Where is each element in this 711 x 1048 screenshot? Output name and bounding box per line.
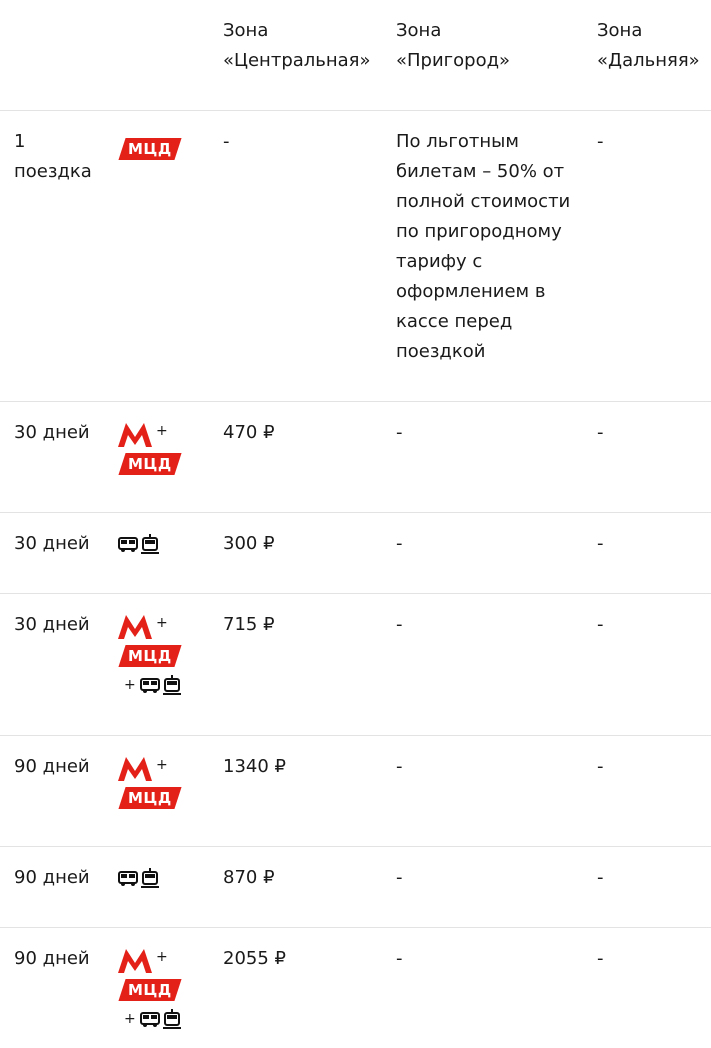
mcd-icon: МЦД xyxy=(118,787,182,809)
bus-icon xyxy=(139,1012,160,1027)
period-cell: 1 поездка xyxy=(14,131,92,182)
far-price: - xyxy=(597,867,604,888)
far-price: - xyxy=(597,756,604,777)
metro-icon xyxy=(118,949,152,973)
table-row: 90 дней + МЦД + 2055 ₽ - - xyxy=(0,928,711,1048)
mcd-icon: МЦД xyxy=(118,453,182,475)
period-cell: 90 дней xyxy=(14,948,90,969)
table-row: 30 дней + МЦД + 715 ₽ - - xyxy=(0,594,711,736)
transport-cell: + МЦД xyxy=(118,756,213,812)
far-price: - xyxy=(597,614,604,635)
metro-icon xyxy=(118,423,152,447)
far-price: - xyxy=(597,533,604,554)
bus-icon xyxy=(118,871,138,886)
period-cell: 30 дней xyxy=(14,422,90,443)
period-cell: 30 дней xyxy=(14,533,90,554)
header-zone-suburb: Зона «Пригород» xyxy=(396,20,511,71)
central-price: 470 ₽ xyxy=(223,422,275,443)
central-price: 870 ₽ xyxy=(223,867,275,888)
metro-icon xyxy=(118,757,152,781)
header-zone-central: Зона «Центральная» xyxy=(223,20,371,71)
suburb-price: - xyxy=(396,422,403,443)
tariff-table: Зона «Центральная» Зона «Пригород» Зона … xyxy=(0,0,711,1048)
mcd-icon: МЦД xyxy=(118,138,182,160)
suburb-price: - xyxy=(396,756,403,777)
table-row: 90 дней + МЦД 1340 ₽ - - xyxy=(0,736,711,847)
suburb-price: По льготным билетам – 50% от полной стои… xyxy=(396,131,571,362)
metro-icon xyxy=(118,615,152,639)
period-cell: 90 дней xyxy=(14,756,90,777)
table-row: 30 дней 300 ₽ - - xyxy=(0,513,711,594)
central-price: 1340 ₽ xyxy=(223,756,286,777)
bus-icon xyxy=(118,537,138,552)
transport-cell: МЦД xyxy=(118,133,213,163)
transport-cell: + МЦД + xyxy=(118,614,213,700)
transport-cell xyxy=(118,529,213,559)
far-price: - xyxy=(597,131,604,152)
central-price: 300 ₽ xyxy=(223,533,275,554)
suburb-price: - xyxy=(396,948,403,969)
suburb-price: - xyxy=(396,614,403,635)
tram-icon xyxy=(141,868,159,888)
tram-icon xyxy=(162,675,181,695)
transport-cell: + МЦД + xyxy=(118,948,213,1034)
table-row: 90 дней 870 ₽ - - xyxy=(0,847,711,928)
mcd-icon: МЦД xyxy=(118,979,182,1001)
transport-cell: + МЦД xyxy=(118,422,213,478)
central-price: 715 ₽ xyxy=(223,614,275,635)
transport-cell xyxy=(118,863,213,893)
table-row: 1 поездка МЦД - По льготным билетам – 50… xyxy=(0,111,711,402)
tram-icon xyxy=(141,534,159,554)
suburb-price: - xyxy=(396,867,403,888)
table-header: Зона «Центральная» Зона «Пригород» Зона … xyxy=(0,0,711,111)
header-zone-far: Зона «Дальняя» xyxy=(597,20,700,71)
tram-icon xyxy=(162,1009,181,1029)
table-row: 30 дней + МЦД 470 ₽ - - xyxy=(0,402,711,513)
period-cell: 30 дней xyxy=(14,614,90,635)
bus-icon xyxy=(139,678,160,693)
mcd-icon: МЦД xyxy=(118,645,182,667)
far-price: - xyxy=(597,948,604,969)
central-price: - xyxy=(223,131,230,152)
period-cell: 90 дней xyxy=(14,867,90,888)
suburb-price: - xyxy=(396,533,403,554)
central-price: 2055 ₽ xyxy=(223,948,286,969)
far-price: - xyxy=(597,422,604,443)
